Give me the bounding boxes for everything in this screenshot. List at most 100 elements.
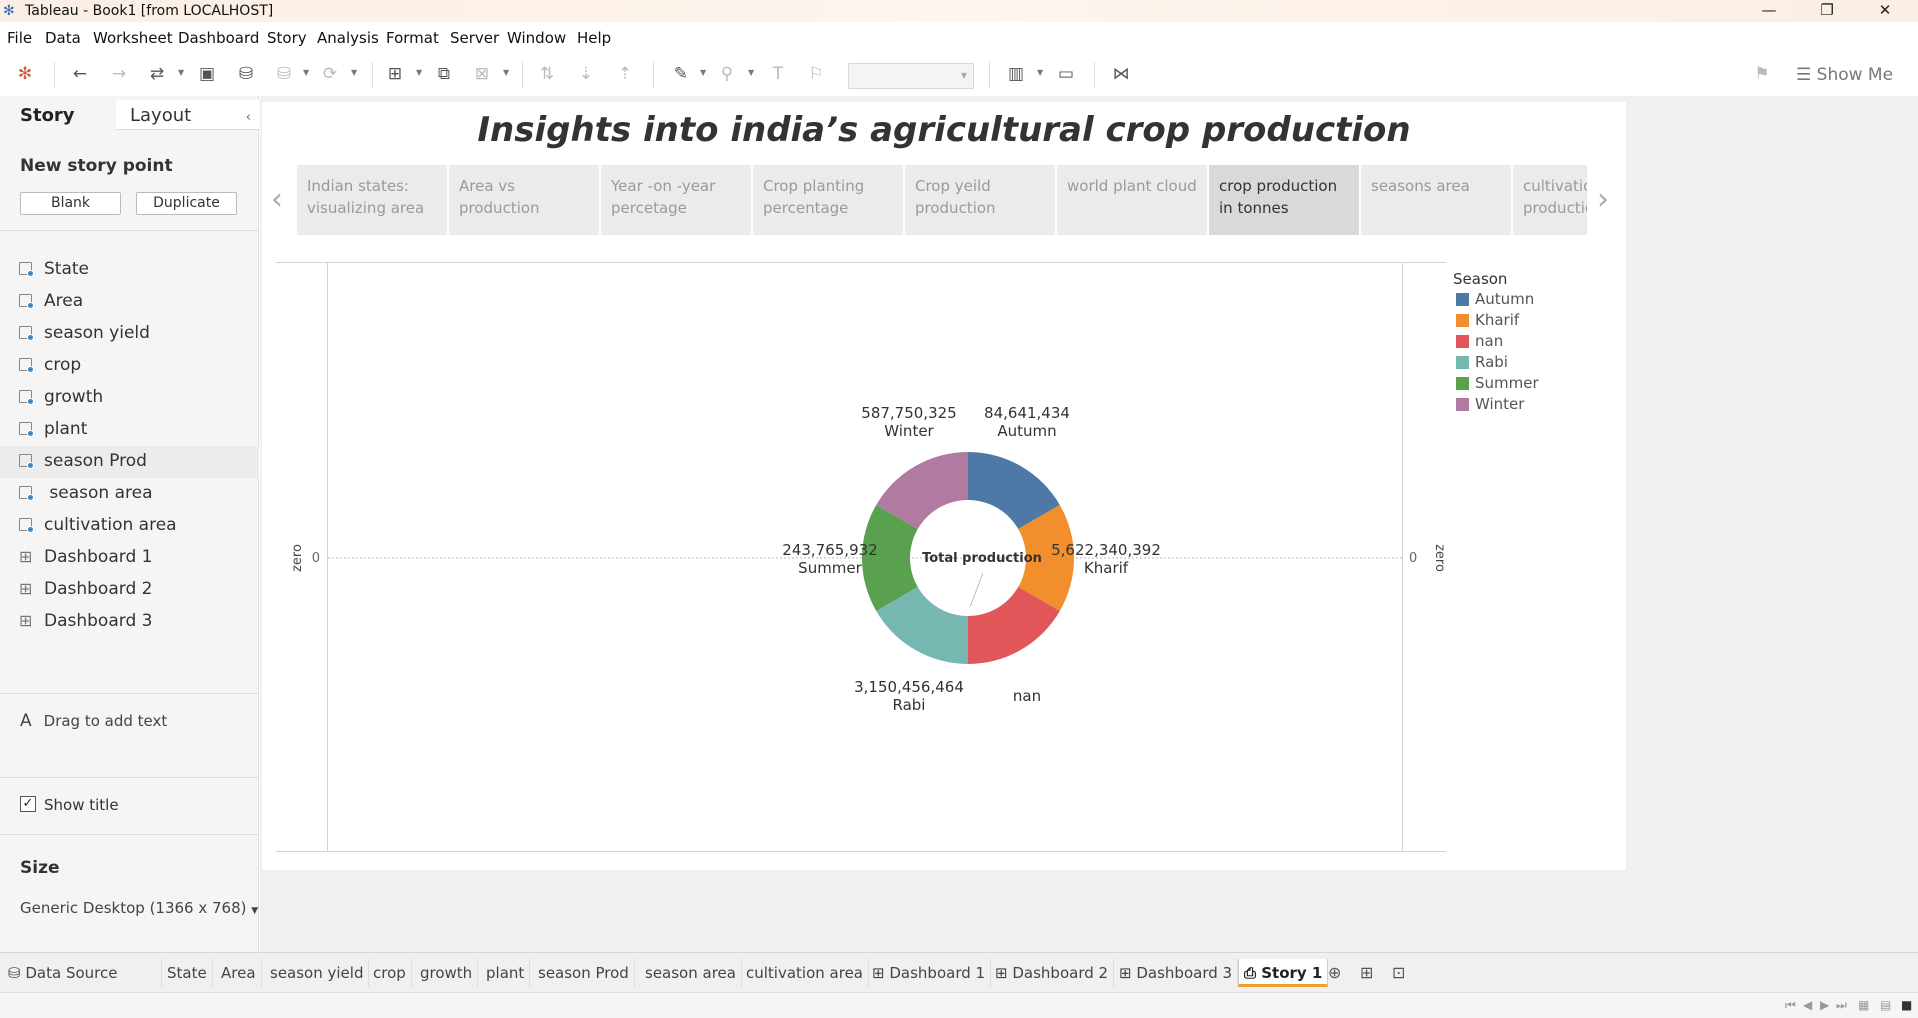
chevron-down-icon[interactable]: ▼ bbox=[700, 68, 706, 77]
previous-sheet-icon[interactable]: ◀ bbox=[1803, 998, 1812, 1012]
collapse-panel-icon[interactable]: ‹ bbox=[246, 106, 251, 130]
minimize-button[interactable]: — bbox=[1746, 0, 1792, 22]
sort-ascending-icon[interactable]: ⇣ bbox=[574, 63, 598, 85]
save-icon[interactable]: ▣ bbox=[195, 63, 219, 85]
tab-sheet-cultivation-area[interactable]: cultivation area bbox=[741, 959, 869, 987]
chevron-down-icon[interactable]: ▼ bbox=[416, 68, 422, 77]
new-dashboard-icon[interactable]: ⊞ bbox=[1360, 963, 1373, 982]
group-members-icon[interactable]: ⚲ bbox=[715, 63, 739, 85]
sheet-sorter-icon[interactable]: ▦ bbox=[1858, 998, 1869, 1012]
sheet-item-area[interactable]: Area bbox=[0, 286, 259, 318]
new-worksheet-icon[interactable]: ⊕ bbox=[1328, 963, 1341, 982]
tab-sheet-season-prod[interactable]: season Prod bbox=[533, 959, 635, 987]
tab-sheet-area[interactable]: Area bbox=[216, 959, 262, 987]
drag-to-add-text[interactable]: A Drag to add text bbox=[20, 711, 167, 731]
pause-updates-icon[interactable]: ⛁ bbox=[272, 63, 296, 85]
sheet-item-state[interactable]: State bbox=[0, 254, 259, 286]
chevron-down-icon[interactable]: ▼ bbox=[351, 68, 357, 77]
tab-sheet-season-yield[interactable]: season yield bbox=[265, 959, 370, 987]
new-story-icon[interactable]: ⊡ bbox=[1392, 963, 1405, 982]
share-icon[interactable]: ⋈ bbox=[1109, 63, 1133, 85]
menu-format[interactable]: Format bbox=[386, 29, 439, 47]
menu-window[interactable]: Window bbox=[507, 29, 566, 47]
new-worksheet-icon[interactable]: ⊞ bbox=[383, 63, 407, 85]
swap-rows-columns-icon[interactable]: ⇅ bbox=[535, 63, 559, 85]
chevron-down-icon[interactable]: ▼ bbox=[748, 68, 754, 77]
tab-sheet-plant[interactable]: plant bbox=[481, 959, 531, 987]
sheet-item-season-yield[interactable]: season yield bbox=[0, 318, 259, 350]
sheet-item-growth[interactable]: growth bbox=[0, 382, 259, 414]
story-point[interactable]: Indian states: visualizing area bbox=[297, 165, 447, 235]
story-point[interactable]: Crop yeild production bbox=[905, 165, 1055, 235]
sheet-item-season-area[interactable]: season area bbox=[0, 478, 259, 510]
chevron-down-icon[interactable]: ▼ bbox=[178, 68, 184, 77]
size-dropdown[interactable]: Generic Desktop (1366 x 768) ▼ bbox=[20, 899, 258, 917]
story-point[interactable]: Area vs production bbox=[449, 165, 599, 235]
menu-file[interactable]: File bbox=[7, 29, 32, 47]
tab-sheet-crop[interactable]: crop bbox=[368, 959, 412, 987]
replace-data-source-icon[interactable]: ⇄ bbox=[145, 63, 169, 85]
tableau-start-icon[interactable]: ✻ bbox=[13, 63, 37, 85]
blank-button[interactable]: Blank bbox=[20, 192, 121, 215]
story-point[interactable]: Year -on -year percetage bbox=[601, 165, 751, 235]
sheet-item-dashboard-3[interactable]: ⊞ Dashboard 3 bbox=[0, 606, 259, 638]
chevron-down-icon[interactable]: ▼ bbox=[303, 68, 309, 77]
presentation-mode-icon[interactable]: ▭ bbox=[1054, 63, 1078, 85]
story-point-active[interactable]: crop production in tonnes bbox=[1209, 165, 1359, 235]
tab-data-source[interactable]: ⛁ Data Source bbox=[3, 959, 162, 987]
tab-story-1[interactable]: ⎙ Story 1 bbox=[1238, 959, 1329, 987]
duplicate-sheet-icon[interactable]: ⧉ bbox=[432, 63, 456, 85]
tab-sheet-state[interactable]: State bbox=[162, 959, 213, 987]
sheet-item-dashboard-1[interactable]: ⊞ Dashboard 1 bbox=[0, 542, 259, 574]
story-point[interactable]: Crop planting percentage bbox=[753, 165, 903, 235]
story-point[interactable]: seasons area bbox=[1361, 165, 1511, 235]
sheet-item-season-prod[interactable]: season Prod bbox=[0, 446, 259, 478]
tab-sheet-season-area[interactable]: season area bbox=[640, 959, 742, 987]
sheet-item-dashboard-2[interactable]: ⊞ Dashboard 2 bbox=[0, 574, 259, 606]
chevron-right-icon[interactable]: › bbox=[1597, 182, 1609, 217]
show-mark-labels-icon[interactable]: T bbox=[766, 63, 790, 85]
first-sheet-icon[interactable]: ⏮ bbox=[1785, 998, 1796, 1013]
menu-analysis[interactable]: Analysis bbox=[317, 29, 379, 47]
sheet-item-plant[interactable]: plant bbox=[0, 414, 259, 446]
sort-descending-icon[interactable]: ⇡ bbox=[613, 63, 637, 85]
close-button[interactable]: ✕ bbox=[1862, 0, 1908, 22]
fit-dropdown[interactable]: ▼ bbox=[848, 63, 974, 89]
tab-dashboard-1[interactable]: ⊞ Dashboard 1 bbox=[867, 959, 992, 987]
restore-button[interactable]: ❐ bbox=[1804, 0, 1850, 22]
tab-dashboard-3[interactable]: ⊞ Dashboard 3 bbox=[1114, 959, 1239, 987]
new-data-source-icon[interactable]: ⛁ bbox=[234, 63, 258, 85]
tab-story[interactable]: Story bbox=[0, 100, 116, 130]
format-painter-icon[interactable]: ⚑ bbox=[1750, 63, 1774, 85]
show-title-checkbox[interactable]: ✓ bbox=[20, 796, 36, 812]
refresh-icon[interactable]: ⟳ bbox=[318, 63, 342, 85]
duplicate-button[interactable]: Duplicate bbox=[136, 192, 237, 215]
tab-dashboard-2[interactable]: ⊞ Dashboard 2 bbox=[990, 959, 1115, 987]
menu-dashboard[interactable]: Dashboard bbox=[178, 29, 259, 47]
chevron-down-icon[interactable]: ▼ bbox=[1037, 68, 1043, 77]
next-sheet-icon[interactable]: ▶ bbox=[1820, 998, 1829, 1012]
tab-layout[interactable]: Layout ‹ bbox=[116, 100, 259, 130]
pin-axes-icon[interactable]: ⚐ bbox=[804, 63, 828, 85]
story-point[interactable]: world plant cloud bbox=[1057, 165, 1207, 235]
menu-help[interactable]: Help bbox=[577, 29, 611, 47]
show-me-button[interactable]: ☰ Show Me bbox=[1796, 64, 1893, 86]
highlight-icon[interactable]: ✎ bbox=[669, 63, 693, 85]
show-cards-icon[interactable]: ▥ bbox=[1004, 63, 1028, 85]
sheet-item-cultivation-area[interactable]: cultivation area bbox=[0, 510, 259, 542]
redo-icon[interactable]: → bbox=[107, 63, 131, 85]
clear-sheet-icon[interactable]: ⊠ bbox=[470, 63, 494, 85]
tabs-view-icon[interactable]: ■ bbox=[1901, 998, 1912, 1012]
sheet-item-crop[interactable]: crop bbox=[0, 350, 259, 382]
chevron-left-icon[interactable]: ‹ bbox=[271, 182, 283, 217]
chevron-down-icon[interactable]: ▼ bbox=[503, 68, 509, 77]
undo-icon[interactable]: ← bbox=[68, 63, 92, 85]
last-sheet-icon[interactable]: ⏭ bbox=[1836, 998, 1847, 1013]
menu-story[interactable]: Story bbox=[267, 29, 307, 47]
story-point[interactable]: cultivation production bbox=[1513, 165, 1587, 235]
menu-worksheet[interactable]: Worksheet bbox=[93, 29, 173, 47]
menu-server[interactable]: Server bbox=[450, 29, 499, 47]
menu-data[interactable]: Data bbox=[45, 29, 81, 47]
filmstrip-icon[interactable]: ▤ bbox=[1880, 998, 1891, 1012]
tab-sheet-growth[interactable]: growth bbox=[415, 959, 479, 987]
